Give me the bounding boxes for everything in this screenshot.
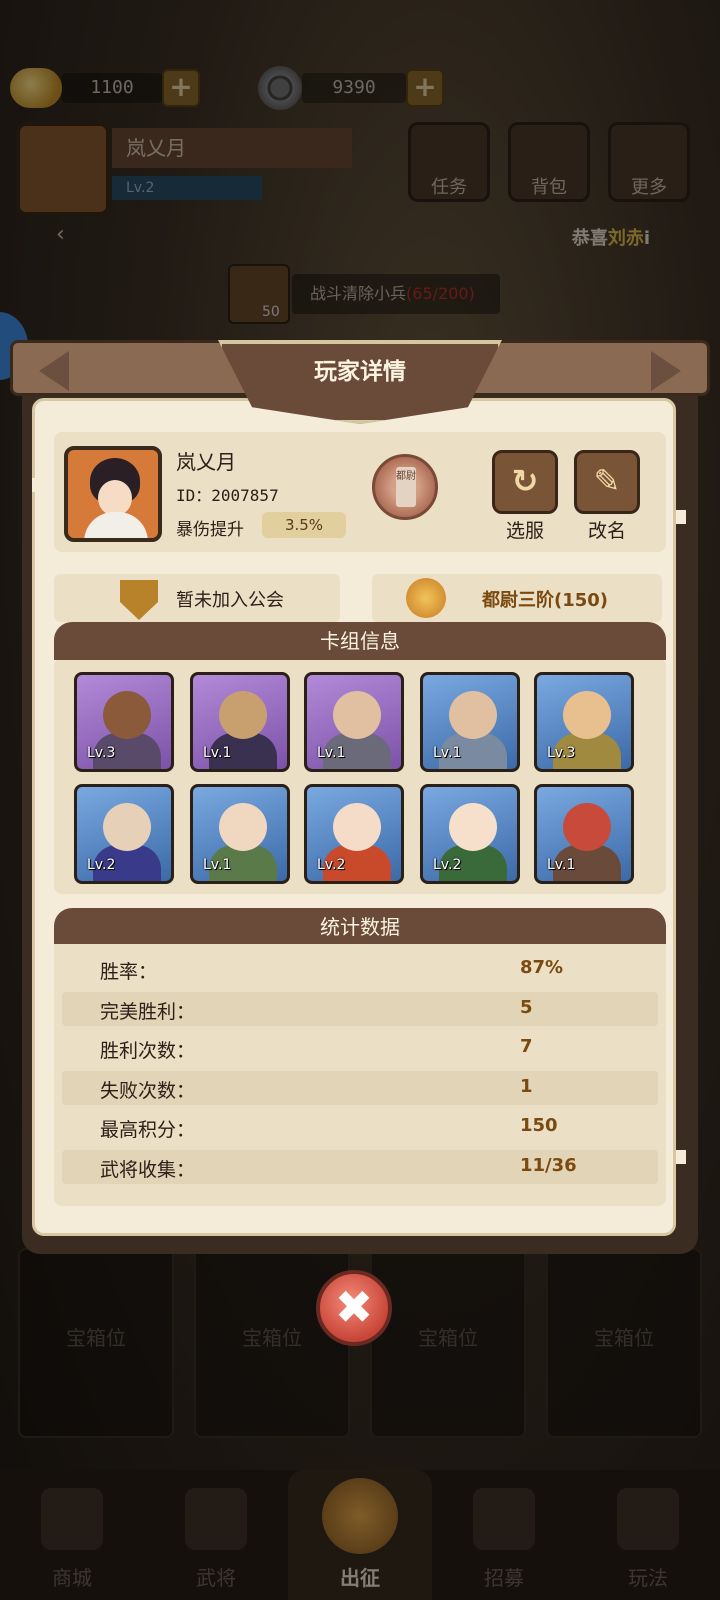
hero-portrait-head [563, 803, 611, 851]
stat-label: 胜率： [100, 961, 158, 983]
close-icon: ✖ [334, 1280, 374, 1334]
hero-portrait-head [563, 691, 611, 739]
stat-value: 11/36 [520, 1154, 577, 1176]
crit-damage-label: 暴伤提升 [176, 520, 244, 540]
rename-label[interactable]: 改名 [574, 516, 640, 543]
hero-portrait-head [103, 691, 151, 739]
hero-portrait-head [449, 803, 497, 851]
stat-row: 最高积分： 150 [62, 1110, 658, 1144]
rank-seal-icon: 都尉 [372, 454, 438, 520]
hero-card[interactable]: Lv.1 [190, 784, 290, 884]
player-name: 岚乂月 [176, 450, 236, 474]
deck-section-title: 卡组信息 [54, 622, 666, 660]
guild-status[interactable]: 暂未加入公会 [54, 574, 340, 622]
rank-status-text: 都尉三阶(150) [482, 590, 609, 611]
hero-card[interactable]: Lv.3 [74, 672, 174, 772]
hero-portrait-head [103, 803, 151, 851]
hero-level: Lv.3 [87, 745, 116, 761]
hero-portrait-head [333, 803, 381, 851]
select-server-label[interactable]: 选服 [492, 516, 558, 543]
hero-portrait-head [219, 803, 267, 851]
stat-value: 1 [520, 1075, 533, 1097]
refresh-icon: ↻ [511, 462, 539, 500]
stat-row: 武将收集： 11/36 [62, 1149, 658, 1184]
hero-level: Lv.1 [203, 857, 232, 873]
hero-card[interactable]: Lv.1 [534, 784, 634, 884]
rename-button[interactable]: ✎ [574, 450, 640, 514]
stat-value: 87% [520, 957, 564, 978]
side-notch [32, 478, 42, 492]
arrow-left-ornament-icon [39, 351, 69, 391]
crit-damage-value: 3.5% [262, 512, 346, 538]
hero-card[interactable]: Lv.2 [74, 784, 174, 884]
dialog-title: 玩家详情 [314, 359, 406, 385]
hero-portrait-head [333, 691, 381, 739]
hero-card[interactable]: Lv.2 [420, 784, 520, 884]
player-id: ID：2007857 [176, 486, 279, 505]
hero-card[interactable]: Lv.2 [304, 784, 404, 884]
hero-level: Lv.2 [87, 857, 116, 873]
hero-card[interactable]: Lv.3 [534, 672, 634, 772]
hero-level: Lv.2 [433, 857, 462, 873]
hero-card[interactable]: Lv.1 [190, 672, 290, 772]
hero-portrait-head [219, 691, 267, 739]
hero-portrait-head [449, 691, 497, 739]
pencil-icon: ✎ [593, 462, 621, 500]
hero-level: Lv.1 [317, 745, 346, 761]
rank-pouch-icon [406, 578, 446, 618]
close-button[interactable]: ✖ [316, 1270, 392, 1346]
side-notch [676, 510, 686, 524]
stat-label: 失败次数： [100, 1079, 196, 1102]
hero-level: Lv.1 [433, 745, 462, 761]
select-server-button[interactable]: ↻ [492, 450, 558, 514]
stat-label: 最高积分： [100, 1119, 196, 1141]
guild-status-text: 暂未加入公会 [176, 590, 284, 611]
hero-card[interactable]: Lv.1 [420, 672, 520, 772]
hero-level: Lv.2 [317, 857, 346, 873]
arrow-right-ornament-icon [651, 351, 681, 391]
guild-shield-icon [120, 580, 158, 620]
hero-level: Lv.1 [203, 745, 232, 761]
hero-level: Lv.3 [547, 745, 576, 761]
stat-value: 150 [520, 1115, 558, 1136]
stat-row: 胜率： 87% [62, 952, 658, 986]
stat-label: 胜利次数： [100, 1040, 196, 1062]
hero-level: Lv.1 [547, 857, 576, 873]
rank-status[interactable]: 都尉三阶(150) [372, 574, 662, 622]
stats-section-title: 统计数据 [54, 908, 666, 946]
stat-row: 完美胜利： 5 [62, 991, 658, 1026]
player-avatar[interactable] [64, 446, 162, 542]
rank-seal-text: 都尉 [396, 467, 416, 507]
stat-label: 武将收集： [100, 1158, 196, 1181]
stat-row: 胜利次数： 7 [62, 1031, 658, 1065]
stat-value: 5 [520, 996, 533, 1018]
side-notch [676, 1150, 686, 1164]
hero-card[interactable]: Lv.1 [304, 672, 404, 772]
stat-label: 完美胜利： [100, 1000, 196, 1023]
stat-row: 失败次数： 1 [62, 1070, 658, 1105]
stat-value: 7 [520, 1036, 533, 1057]
